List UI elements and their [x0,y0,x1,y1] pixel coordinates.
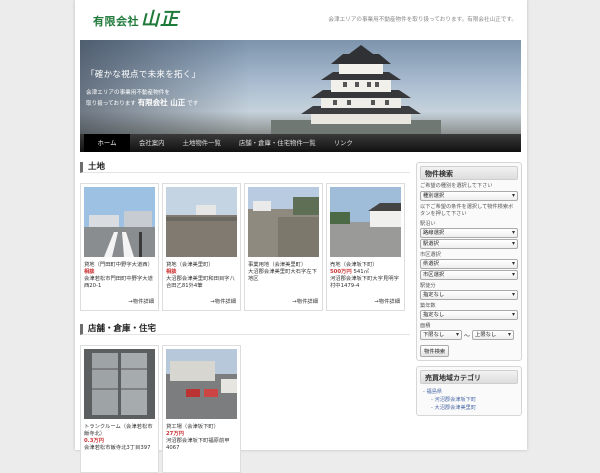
property-price: 相談 [84,269,95,275]
size-max-select[interactable]: 上限なし [472,330,515,340]
property-photo[interactable] [248,187,319,257]
property-address: 会津若松市門田町中野字大道西20-1 [84,276,153,289]
property-card[interactable]: 事業用地（会津美里町） 大沼郡会津美里町大石字左下地区 →物件詳細 [244,183,323,311]
kind-select[interactable]: 種別選択 [420,191,518,201]
logo-company-type: 有限会社 [93,15,139,28]
search-box-title: 物件検索 [420,166,518,180]
site-tagline: 会津エリアの事業用不動産物件を取り扱っております。有限会社山正です。 [328,17,517,23]
area-item[interactable]: - 河沼郡会津坂下町 [423,396,518,404]
property-price: 相談 [166,269,177,275]
property-type: 売地（会津坂下町） [330,262,378,268]
property-price: 500万円 541㎡ [330,269,369,275]
area-list: - 福島県 - 河沼郡会津坂下町 - 大沼郡会津美里町 [420,388,518,412]
nav-links[interactable]: リンク [325,134,362,152]
property-card[interactable]: 売地（会津坂下町） 500万円 541㎡ 河沼郡会津坂下町大字見明字村中1479… [326,183,405,311]
area-category-box: 売買地域カテゴリ - 福島県 - 河沼郡会津坂下町 - 大沼郡会津美里町 [416,366,522,416]
property-photo[interactable] [330,187,401,257]
size-separator: 〜 [464,332,471,340]
nav-shop-list[interactable]: 店舗・倉庫・住宅物件一覧 [230,134,325,152]
property-price: 0.3万円 [84,438,104,444]
section-title-shop: 店舗・倉庫・住宅 [80,324,410,335]
property-address: 大沼郡会津美里町和田目字八合田乙81外4筆 [166,276,235,289]
property-card[interactable]: 貸地（門田町中野字大道西） 相談 会津若松市門田町中野字大道西20-1 →物件詳… [80,183,159,311]
property-type: 貸工場（会津坂下町） [166,424,219,430]
land-cards: 貸地（門田町中野字大道西） 相談 会津若松市門田町中野字大道西20-1 →物件詳… [80,183,410,311]
property-detail-link[interactable]: →物件詳細 [210,297,236,305]
size-range: 下限なし 〜 上限なし [420,330,518,340]
property-photo[interactable] [84,187,155,257]
main-nav: ホーム 会社案内 土地物件一覧 店舗・倉庫・住宅物件一覧 リンク [80,134,521,152]
property-card[interactable]: 貸工場（会津坂下町） 27万円 河沼郡会津坂下町福原前甲4067 [162,345,241,473]
area-item[interactable]: - 大沼郡会津美里町 [423,404,518,412]
property-photo[interactable] [166,349,237,419]
pref-select[interactable]: 県選択 [420,259,518,269]
property-address: 河沼郡会津坂下町大字見明字村中1479-4 [330,276,399,289]
size-min-select[interactable]: 下限なし [420,330,462,340]
property-type: 貸地（門田町中野字大道西） [84,262,153,268]
property-detail-link[interactable]: →物件詳細 [292,297,318,305]
search-button[interactable]: 物件検索 [420,345,450,357]
page: 有限会社 山正 会津エリアの事業用不動産物件を取り扱っております。有限会社山正で… [75,0,527,473]
property-type: 事業用地（会津美里町） [248,262,307,268]
size-label: 面積 [420,323,431,329]
city-label: 市区選択 [420,252,441,258]
shop-cards: トランクルーム（会津若松市飯寺北） 0.3万円 会津若松市飯寺北3丁目397 貸… [80,345,410,473]
city-select[interactable]: 市区選択 [420,270,518,280]
area-item[interactable]: - 福島県 [423,388,518,396]
property-card[interactable]: 貸地（会津美里町） 相談 大沼郡会津美里町和田目字八合田乙81外4筆 →物件詳細 [162,183,241,311]
property-photo[interactable] [166,187,237,257]
property-type: トランクルーム（会津若松市飯寺北） [84,424,153,437]
search-intro: ご希望の種別を選択して下さい [420,183,493,189]
property-detail-link[interactable]: →物件詳細 [128,297,154,305]
sidebar: 物件検索 ご希望の種別を選択して下さい 種別選択 以下ご希望の条件を選択して物件… [416,162,522,421]
line-select[interactable]: 路線選択 [420,228,518,238]
property-address: 大沼郡会津美里町大石字左下地区 [248,269,317,282]
hero-headline: 「確かな視点で未来を拓く」 [86,70,201,80]
walk-label: 駅徒分 [420,283,436,289]
site-logo[interactable]: 有限会社 山正 [93,11,179,29]
hero-banner: 「確かな視点で未来を拓く」 会津エリアの事業用不動産物件を 取り扱っております … [80,40,521,135]
main-content: 土地 貸地（門田町中野字大道西） 相談 会津若松市門田町中野字大道西20-1 →… [80,162,410,473]
castle-image [271,45,441,135]
section-title-land: 土地 [80,162,410,173]
property-photo[interactable] [84,349,155,419]
search-box: 物件検索 ご希望の種別を選択して下さい 種別選択 以下ご希望の条件を選択して物件… [416,162,522,361]
station-label: 駅沿い [420,221,436,227]
header: 有限会社 山正 会津エリアの事業用不動産物件を取り扱っております。有限会社山正で… [75,0,527,40]
age-label: 築年数 [420,303,436,309]
logo-company-name: 山正 [141,9,179,30]
property-type: 貸地（会津美里町） [166,262,214,268]
walk-select[interactable]: 指定なし [420,290,518,300]
property-address: 会津若松市飯寺北3丁目397 [84,445,151,451]
area-category-title: 売買地域カテゴリ [420,370,518,384]
age-select[interactable]: 指定なし [420,310,518,320]
property-price: 27万円 [166,431,184,437]
station-select[interactable]: 駅選択 [420,239,518,249]
nav-home[interactable]: ホーム [84,134,130,152]
search-intro-2: 以下ご希望の条件を選択して物件検索ボタンを押して下さい [420,204,514,217]
nav-company[interactable]: 会社案内 [130,134,174,152]
property-card[interactable]: トランクルーム（会津若松市飯寺北） 0.3万円 会津若松市飯寺北3丁目397 [80,345,159,473]
hero-subtext: 会津エリアの事業用不動産物件を 取り扱っております 有限会社 山正 です [86,90,199,107]
nav-land-list[interactable]: 土地物件一覧 [174,134,230,152]
property-detail-link[interactable]: →物件詳細 [374,297,400,305]
